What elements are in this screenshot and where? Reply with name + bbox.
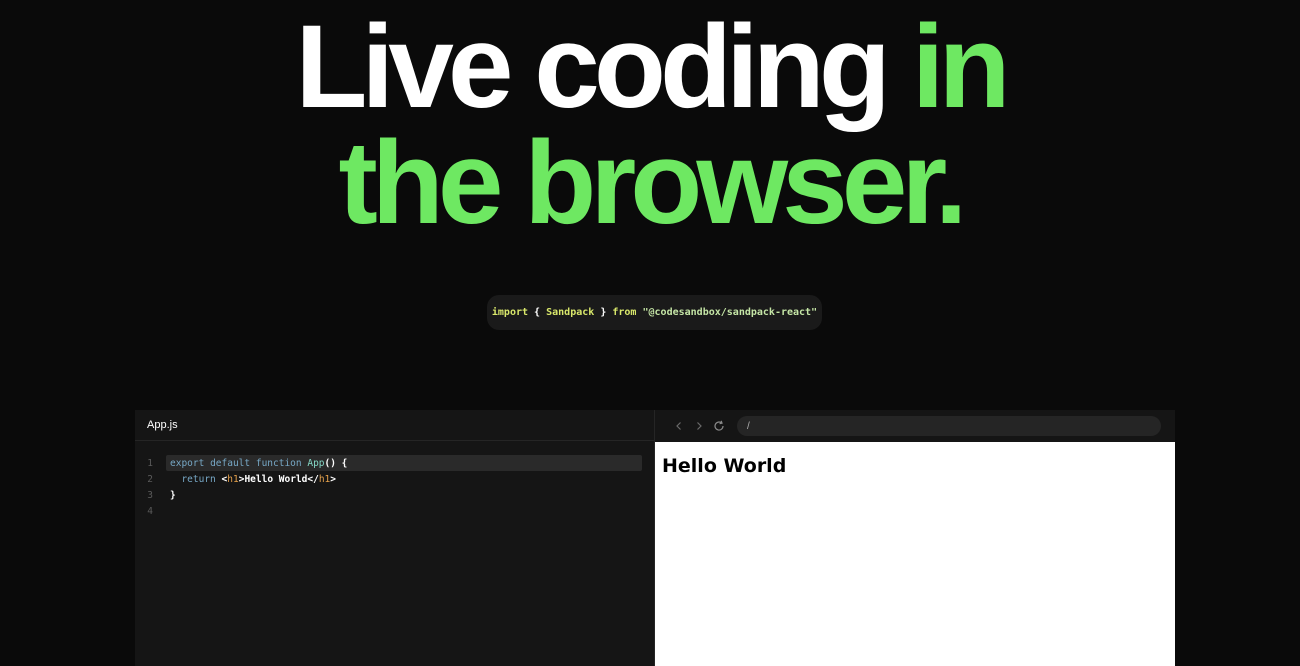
line-number: 1 [147, 457, 153, 469]
url-text: / [747, 420, 750, 432]
keyword-return: return [181, 473, 216, 485]
tab-app-js[interactable]: App.js [147, 419, 178, 431]
code-line: 4 [135, 503, 654, 519]
code-line-text: export default function App() { [168, 458, 347, 469]
function-name: App [307, 457, 325, 469]
code-line: 2 return <h1>Hello World</h1> [135, 471, 654, 487]
import-snippet[interactable]: import { Sandpack } from "@codesandbox/s… [487, 295, 822, 330]
hero-title-line-2: the browser. [338, 117, 967, 249]
jsx-text: Hello World [244, 473, 308, 485]
code-editor: App.js 1 export default function App() {… [135, 410, 655, 666]
from-keyword: from [612, 307, 637, 318]
function-signature: () { [324, 457, 348, 469]
import-brace-close: } [600, 307, 607, 318]
hero-title-line-1: Live coding in [0, 8, 1300, 126]
keyword-default: default [210, 457, 251, 469]
chevron-left-icon [676, 422, 681, 430]
import-identifier: Sandpack [546, 307, 595, 318]
line-number: 2 [147, 473, 153, 485]
hero-title-white: Live coding [295, 1, 912, 133]
jsx-tag-open: h1 [227, 473, 239, 485]
preview-heading: Hello World [662, 455, 787, 477]
jsx-bracket: </ [307, 473, 319, 485]
module-string: "@codesandbox/sandpack-react" [642, 307, 818, 318]
code-content[interactable]: 1 export default function App() { 2 retu… [135, 455, 654, 519]
keyword-export: export [170, 457, 205, 469]
code-line-text: } [170, 489, 176, 501]
forward-button[interactable] [689, 416, 709, 436]
import-brace-open: { [534, 307, 541, 318]
code-line: 3 } [135, 487, 654, 503]
url-input[interactable]: / [737, 416, 1161, 436]
line-number: 4 [147, 505, 153, 517]
code-line-text: return <h1>Hello World</h1> [168, 474, 336, 485]
refresh-button[interactable] [709, 416, 729, 436]
jsx-bracket: > [330, 473, 336, 485]
preview-navigator: / [655, 410, 1175, 442]
jsx-tag-close: h1 [318, 473, 331, 485]
keyword-function: function [255, 457, 302, 469]
import-keyword: import [491, 307, 529, 318]
preview-iframe[interactable]: Hello World [655, 442, 1175, 666]
file-tabs: App.js [135, 410, 654, 441]
back-button[interactable] [669, 416, 689, 436]
preview-pane: / Hello World [655, 410, 1175, 666]
code-line: 1 export default function App() { [135, 455, 654, 471]
refresh-icon [714, 420, 724, 431]
line-number: 3 [147, 489, 153, 501]
hero-title-accent: in [911, 1, 1011, 133]
chevron-right-icon [697, 422, 702, 430]
sandpack-panel: App.js 1 export default function App() {… [135, 410, 1175, 666]
